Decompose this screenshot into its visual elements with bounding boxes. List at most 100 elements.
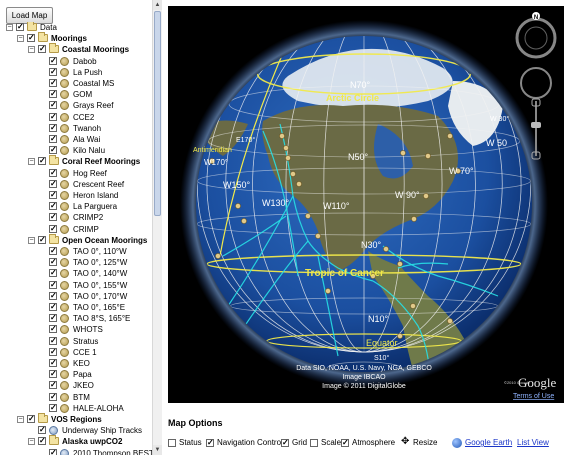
layer-checkbox[interactable]: ✓	[27, 415, 35, 423]
tree-item-hale-aloha[interactable]: ✓ HALE-ALOHA	[0, 403, 152, 414]
tree-item-tao-0-140-w[interactable]: ✓ TAO 0°, 140°W	[0, 268, 152, 279]
mooring-marker-icon[interactable]	[215, 253, 221, 259]
mooring-marker-icon[interactable]	[423, 193, 429, 199]
layer-checkbox[interactable]: ✓	[49, 179, 57, 188]
collapse-toggle-icon[interactable]: −	[17, 416, 24, 423]
tree-item-2010-thompson-best-c[interactable]: ✓ 2010 Thompson BEST c	[0, 448, 152, 455]
tree-item-tao-0-125-w[interactable]: ✓ TAO 0°, 125°W	[0, 257, 152, 268]
status-checkbox[interactable]	[168, 439, 176, 447]
mooring-marker-icon[interactable]	[410, 303, 416, 309]
layer-checkbox[interactable]: ✓	[49, 79, 57, 87]
resize-icon[interactable]: ✥	[401, 436, 409, 448]
tree-item-kilo-nalu[interactable]: ✓ Kilo Nalu	[0, 145, 152, 156]
tree-item-hog-reef[interactable]: ✓ Hog Reef	[0, 168, 152, 179]
tree-item-crimp[interactable]: ✓ CRIMP	[0, 224, 152, 235]
tree-item-grays-reef[interactable]: ✓ Grays Reef	[0, 100, 152, 111]
tree-item-tao-0-110-w[interactable]: ✓ TAO 0°, 110°W	[0, 246, 152, 257]
list-view-link[interactable]: List View	[517, 437, 549, 449]
layer-checkbox[interactable]: ✓	[49, 213, 57, 222]
layer-checkbox[interactable]: ✓	[38, 437, 46, 446]
mooring-marker-icon[interactable]	[411, 216, 417, 222]
tree-item-btm[interactable]: ✓ BTM	[0, 392, 152, 403]
look-joystick-icon[interactable]	[524, 26, 548, 50]
layer-checkbox[interactable]: ✓	[49, 247, 57, 255]
layer-checkbox[interactable]: ✓	[49, 347, 57, 356]
tree-item-whots[interactable]: ✓ WHOTS	[0, 324, 152, 335]
tree-item-cce2[interactable]: ✓ CCE2	[0, 112, 152, 123]
mooring-marker-icon[interactable]	[241, 218, 247, 224]
mooring-marker-icon[interactable]	[285, 155, 291, 161]
layer-checkbox[interactable]: ✓	[49, 280, 57, 289]
tree-item-crescent-reef[interactable]: ✓ Crescent Reef	[0, 179, 152, 190]
layer-checkbox[interactable]: ✓	[27, 34, 35, 43]
layer-checkbox[interactable]: ✓	[49, 291, 57, 300]
tree-item-vos-regions[interactable]: − ✓ VOS Regions	[0, 413, 152, 425]
tree-item-data[interactable]: − ✓ Data	[0, 22, 152, 33]
layer-checkbox[interactable]: ✓	[16, 23, 24, 31]
tree-item-keo[interactable]: ✓ KEO	[0, 358, 152, 369]
tree-item-heron-island[interactable]: ✓ Heron Island	[0, 190, 152, 201]
layer-checkbox[interactable]: ✓	[49, 381, 57, 390]
layer-checkbox[interactable]: ✓	[49, 56, 57, 65]
tree-item-cce-1[interactable]: ✓ CCE 1	[0, 347, 152, 358]
layer-checkbox[interactable]: ✓	[49, 202, 57, 211]
collapse-toggle-icon[interactable]: −	[28, 236, 35, 244]
layer-checkbox[interactable]: ✓	[49, 325, 57, 334]
layer-checkbox[interactable]: ✓	[49, 101, 57, 110]
tree-item-tao-8-s-165-e[interactable]: ✓ TAO 8°S, 165°E	[0, 313, 152, 324]
layer-checkbox[interactable]: ✓	[49, 146, 57, 155]
collapse-toggle-icon[interactable]: −	[28, 438, 35, 446]
scrollbar-thumb[interactable]	[154, 11, 161, 216]
scroll-down-arrow-icon[interactable]: ▼	[153, 445, 162, 455]
layer-checkbox[interactable]: ✓	[49, 448, 57, 455]
terms-of-use-link[interactable]: Terms of Use	[513, 393, 554, 400]
mooring-marker-icon[interactable]	[279, 133, 285, 139]
tree-item-alaska-uwpco2[interactable]: − ✓ Alaska uwpCO2	[0, 435, 152, 447]
layer-checkbox[interactable]: ✓	[49, 403, 57, 412]
tree-item-tao-0-165-e[interactable]: ✓ TAO 0°, 165°E	[0, 302, 152, 313]
mooring-marker-icon[interactable]	[447, 318, 453, 324]
mooring-marker-icon[interactable]	[290, 171, 296, 177]
mooring-marker-icon[interactable]	[315, 233, 321, 239]
scroll-up-arrow-icon[interactable]: ▲	[153, 0, 162, 10]
mooring-marker-icon[interactable]	[296, 181, 302, 187]
tree-item-dabob[interactable]: ✓ Dabob	[0, 56, 152, 67]
tree-item-twanoh[interactable]: ✓ Twanoh	[0, 123, 152, 134]
layer-checkbox[interactable]: ✓	[49, 168, 57, 177]
mooring-marker-icon[interactable]	[447, 133, 453, 139]
mooring-marker-icon[interactable]	[235, 203, 241, 209]
mooring-marker-icon[interactable]	[383, 246, 389, 252]
mooring-marker-icon[interactable]	[397, 333, 403, 339]
mooring-marker-icon[interactable]	[397, 261, 403, 267]
tree-item-stratus[interactable]: ✓ Stratus	[0, 336, 152, 347]
layer-tree-scrollbar[interactable]: ▲ ▼	[152, 0, 162, 455]
mooring-marker-icon[interactable]	[305, 213, 311, 219]
globe-canvas[interactable]: N70° Arctic Circle E170° Antimeridian W1…	[168, 6, 564, 403]
scale-checkbox[interactable]	[310, 439, 318, 447]
layer-checkbox[interactable]: ✓	[49, 135, 57, 143]
layer-checkbox[interactable]: ✓	[49, 314, 57, 323]
collapse-toggle-icon[interactable]: −	[28, 158, 35, 166]
google-earth-icon[interactable]	[452, 438, 462, 448]
navigation-control-checkbox[interactable]: ✓	[206, 439, 214, 447]
layer-checkbox[interactable]: ✓	[38, 157, 46, 166]
zoom-slider-thumb[interactable]	[531, 122, 541, 128]
mooring-marker-icon[interactable]	[400, 150, 406, 156]
layer-checkbox[interactable]: ✓	[49, 258, 57, 267]
tree-item-tao-0-170-w[interactable]: ✓ TAO 0°, 170°W	[0, 291, 152, 302]
earth-map-view[interactable]: N70° Arctic Circle E170° Antimeridian W1…	[168, 6, 564, 403]
layer-checkbox[interactable]: ✓	[49, 336, 57, 345]
tree-item-papa[interactable]: ✓ Papa	[0, 369, 152, 380]
tree-item-moorings[interactable]: − ✓ Moorings	[0, 32, 152, 44]
mooring-marker-icon[interactable]	[283, 145, 289, 151]
tree-item-jkeo[interactable]: ✓ JKEO	[0, 380, 152, 391]
layer-checkbox[interactable]: ✓	[49, 191, 57, 199]
tree-item-crimp2[interactable]: ✓ CRIMP2	[0, 212, 152, 223]
tree-item-tao-0-155-w[interactable]: ✓ TAO 0°, 155°W	[0, 280, 152, 291]
tree-item-gom[interactable]: ✓ GOM	[0, 89, 152, 100]
move-joystick-icon[interactable]	[520, 67, 552, 99]
collapse-toggle-icon[interactable]: −	[17, 35, 24, 43]
layer-checkbox[interactable]: ✓	[49, 224, 57, 233]
layer-checkbox[interactable]: ✓	[49, 392, 57, 401]
tree-item-coastal-moorings[interactable]: − ✓ Coastal Moorings	[0, 43, 152, 55]
